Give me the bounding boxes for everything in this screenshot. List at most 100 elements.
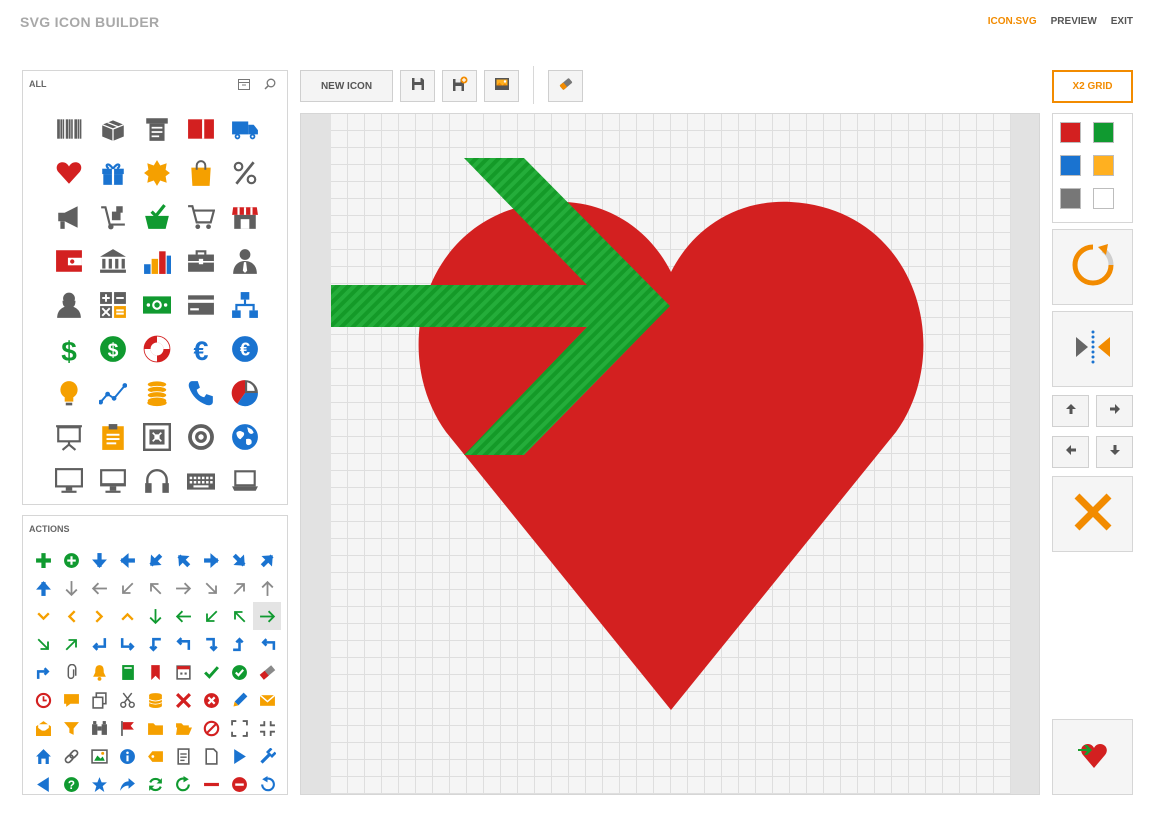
close-icon[interactable]	[169, 686, 197, 714]
mail-icon[interactable]	[253, 686, 281, 714]
globe-icon[interactable]	[223, 415, 267, 459]
arrow-down-icon[interactable]	[85, 546, 113, 574]
coins-stack-icon[interactable]	[135, 371, 179, 415]
move-up-button[interactable]	[1052, 395, 1089, 427]
eraser-icon[interactable]	[253, 658, 281, 686]
export-image-button[interactable]	[484, 70, 519, 102]
link-icon[interactable]	[57, 742, 85, 770]
arrow-up-right-icon[interactable]	[253, 546, 281, 574]
plus-icon[interactable]	[29, 546, 57, 574]
heart-shape[interactable]	[418, 201, 924, 710]
arrow-up-thin-icon[interactable]	[253, 574, 281, 602]
bell-icon[interactable]	[85, 658, 113, 686]
shopping-bag-icon[interactable]	[179, 151, 223, 195]
copy-icon[interactable]	[85, 686, 113, 714]
calculator-icon[interactable]	[91, 283, 135, 327]
check-icon[interactable]	[197, 658, 225, 686]
bookmark-icon[interactable]	[141, 658, 169, 686]
computer-icon[interactable]	[91, 459, 135, 503]
chevron-right-icon[interactable]	[85, 602, 113, 630]
arrow-right-thin-icon[interactable]	[169, 574, 197, 602]
headphones-icon[interactable]	[135, 459, 179, 503]
card-icon[interactable]	[179, 283, 223, 327]
arrow-up-icon[interactable]	[29, 574, 57, 602]
info-icon[interactable]	[113, 742, 141, 770]
pencil-icon[interactable]	[225, 686, 253, 714]
chevron-left-icon[interactable]	[57, 602, 85, 630]
clipboard-icon[interactable]	[91, 415, 135, 459]
color-swatch-blue[interactable]	[1060, 155, 1081, 176]
bank-icon[interactable]	[91, 239, 135, 283]
dollar-circle-icon[interactable]: $	[91, 327, 135, 371]
eraser-button[interactable]	[548, 70, 583, 102]
wrench-icon[interactable]	[253, 742, 281, 770]
save-as-button[interactable]	[442, 70, 477, 102]
gift-icon[interactable]	[91, 151, 135, 195]
play-left-icon[interactable]	[29, 770, 57, 798]
arrow-right-icon[interactable]	[197, 546, 225, 574]
home-icon[interactable]	[29, 742, 57, 770]
euro-circle-icon[interactable]: €	[223, 327, 267, 371]
turn-up-left-icon[interactable]	[169, 630, 197, 658]
wallet-icon[interactable]	[47, 239, 91, 283]
turn-right-down-icon[interactable]	[113, 630, 141, 658]
turn-right-up-icon[interactable]	[29, 658, 57, 686]
star-icon[interactable]	[85, 770, 113, 798]
no-entry-icon[interactable]	[197, 714, 225, 742]
scissors-icon[interactable]	[113, 686, 141, 714]
arrow-down-thin-icon[interactable]	[57, 574, 85, 602]
businessman-icon[interactable]	[223, 239, 267, 283]
share-icon[interactable]	[113, 770, 141, 798]
arrow-down-left-thin-icon[interactable]	[113, 574, 141, 602]
lightbulb-icon[interactable]	[47, 371, 91, 415]
basket-check-icon[interactable]	[135, 195, 179, 239]
briefcase-icon[interactable]	[179, 239, 223, 283]
tag-icon[interactable]	[141, 742, 169, 770]
minus-circle-icon[interactable]	[225, 770, 253, 798]
filter-icon[interactable]	[57, 714, 85, 742]
move-right-button[interactable]	[1096, 395, 1133, 427]
flip-horizontal-button[interactable]	[1052, 311, 1133, 387]
laptop-icon[interactable]	[223, 459, 267, 503]
undo-icon[interactable]	[253, 770, 281, 798]
check-circle-icon[interactable]	[225, 658, 253, 686]
arrow-down-right-thin-icon[interactable]	[197, 574, 225, 602]
drawing-grid[interactable]	[331, 114, 1011, 794]
folder-open-icon[interactable]	[169, 714, 197, 742]
euro-icon[interactable]: €	[179, 327, 223, 371]
arrow-down-right-green-icon[interactable]	[29, 630, 57, 658]
target-icon[interactable]	[179, 415, 223, 459]
arrow-left-thin-icon[interactable]	[85, 574, 113, 602]
color-swatch-gray[interactable]	[1060, 188, 1081, 209]
phone-icon[interactable]	[179, 371, 223, 415]
bar-chart-icon[interactable]	[135, 239, 179, 283]
arrow-up-left-thin-icon[interactable]	[141, 574, 169, 602]
arrow-down-left-green-icon[interactable]	[197, 602, 225, 630]
arrow-right-green-icon[interactable]	[253, 602, 281, 630]
credit-card-red-icon[interactable]	[179, 107, 223, 151]
canvas-area[interactable]	[300, 113, 1040, 795]
database-icon[interactable]	[141, 686, 169, 714]
badge-star-icon[interactable]	[135, 151, 179, 195]
delivery-truck-icon[interactable]	[223, 107, 267, 151]
color-swatch-yellow[interactable]	[1093, 155, 1114, 176]
save-button[interactable]	[400, 70, 435, 102]
turn-left-down-icon[interactable]	[141, 630, 169, 658]
chevron-up-icon[interactable]	[113, 602, 141, 630]
paperclip-icon[interactable]	[57, 658, 85, 686]
flag-icon[interactable]	[113, 714, 141, 742]
minus-icon[interactable]	[197, 770, 225, 798]
plus-circle-icon[interactable]	[57, 546, 85, 574]
move-down-button[interactable]	[1096, 436, 1133, 468]
store-icon[interactable]	[223, 195, 267, 239]
rotate-button[interactable]	[1052, 229, 1133, 305]
keyboard-icon[interactable]	[179, 459, 223, 503]
hand-truck-icon[interactable]	[91, 195, 135, 239]
help-icon[interactable]: ?	[57, 770, 85, 798]
businesswoman-icon[interactable]	[47, 283, 91, 327]
binoculars-icon[interactable]	[85, 714, 113, 742]
play-icon[interactable]	[225, 742, 253, 770]
arrow-up-left-green-icon[interactable]	[225, 602, 253, 630]
clock-icon[interactable]	[29, 686, 57, 714]
document-icon[interactable]	[197, 742, 225, 770]
